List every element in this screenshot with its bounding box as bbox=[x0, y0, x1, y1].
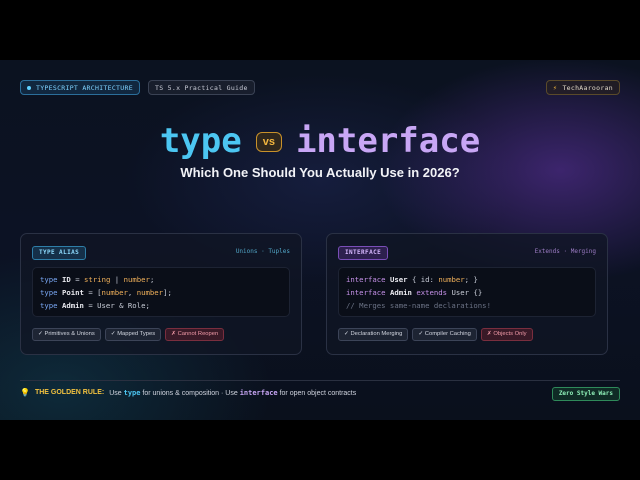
interface-card: INTERFACE Extends · Merging interface Us… bbox=[326, 233, 608, 355]
type-alias-hint: Unions · Tuples bbox=[235, 248, 290, 255]
pill-ok: ✓ Primitives & Unions bbox=[32, 328, 101, 341]
zero-style-wars-badge: Zero Style Wars bbox=[551, 387, 620, 401]
type-alias-tag: TYPE ALIAS bbox=[32, 246, 87, 260]
dot-icon bbox=[27, 85, 31, 90]
author-name: TechAarooran bbox=[562, 83, 613, 92]
code-line: interface User { id: number; } bbox=[346, 275, 478, 284]
bolt-icon: ⚡ bbox=[552, 83, 558, 92]
interface-tag: INTERFACE bbox=[338, 246, 389, 260]
hero-title: type vs interface bbox=[0, 118, 640, 164]
interface-pills: ✓ Declaration Merging ✓ Compiler Caching… bbox=[338, 328, 533, 341]
type-alias-code-block: type ID = string | number; type Point = [… bbox=[32, 267, 290, 317]
interface-hint: Extends · Merging bbox=[534, 248, 596, 255]
pill-bad: ✗ Objects Only bbox=[480, 328, 533, 341]
code-line: type Admin = User & Role; bbox=[40, 301, 150, 310]
vs-badge: vs bbox=[255, 132, 282, 152]
code-line: type Point = [number, number]; bbox=[40, 288, 172, 297]
pill-bad: ✗ Cannot Reopen bbox=[165, 328, 225, 341]
hero-subtitle: Which One Should You Actually Use in 202… bbox=[180, 165, 460, 180]
category-chip: TYPESCRIPT ARCHITECTURE bbox=[20, 80, 140, 95]
code-line: type ID = string | number; bbox=[40, 275, 155, 284]
type-alias-card: TYPE ALIAS Unions · Tuples type ID = str… bbox=[20, 233, 302, 355]
pill-ok: ✓ Compiler Caching bbox=[412, 328, 477, 341]
code-line: // Merges same-name declarations! bbox=[346, 301, 491, 310]
version-chip: TS 5.x Practical Guide bbox=[148, 80, 255, 95]
lightbulb-icon: 💡 bbox=[20, 388, 30, 397]
pill-ok: ✓ Mapped Types bbox=[104, 328, 162, 341]
type-alias-pills: ✓ Primitives & Unions ✓ Mapped Types ✗ C… bbox=[32, 328, 225, 341]
author-chip: ⚡ TechAarooran bbox=[545, 80, 620, 95]
code-line: interface Admin extends User {} bbox=[346, 288, 483, 297]
hero-interface-word: interface bbox=[295, 121, 481, 161]
version-chip-label: TS 5.x Practical Guide bbox=[155, 83, 248, 92]
hero-type-word: type bbox=[159, 121, 242, 161]
golden-rule-text: Use type for unions & composition · Use … bbox=[109, 388, 357, 397]
footer-divider bbox=[20, 380, 620, 381]
golden-rule: 💡 THE GOLDEN RULE: Use type for unions &… bbox=[20, 388, 356, 397]
interface-code-block: interface User { id: number; } interface … bbox=[338, 267, 596, 317]
golden-rule-label: THE GOLDEN RULE: bbox=[34, 389, 105, 396]
pill-ok: ✓ Declaration Merging bbox=[338, 328, 409, 341]
thumbnail-canvas: TYPESCRIPT ARCHITECTURE TS 5.x Practical… bbox=[0, 60, 640, 420]
category-chip-label: TYPESCRIPT ARCHITECTURE bbox=[36, 83, 133, 92]
